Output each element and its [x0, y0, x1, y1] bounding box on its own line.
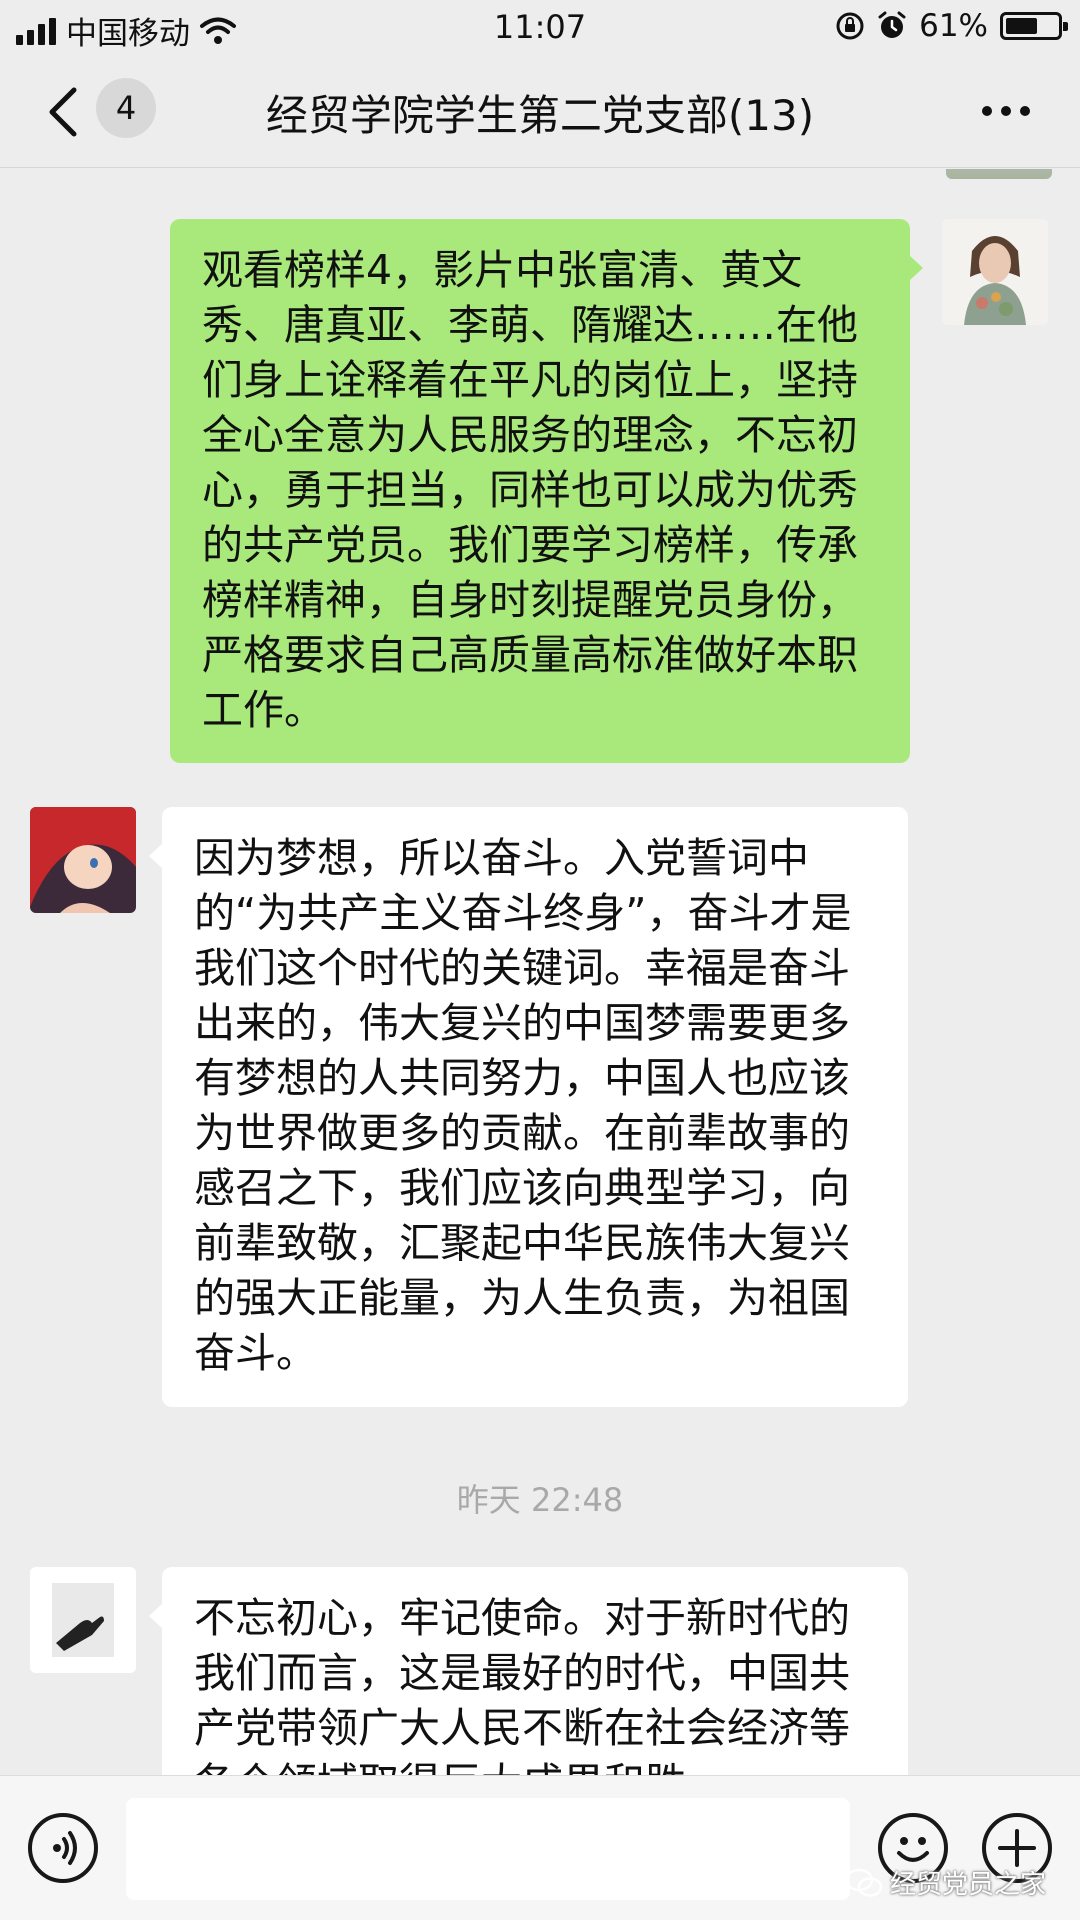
message-text: 不忘初心，牢记使命。对于新时代的我们而言，这是最好的时代，中国共产党带领广大人民…	[194, 1594, 850, 1775]
portrait-avatar-image	[942, 219, 1048, 325]
message-bubble-received[interactable]: 不忘初心，牢记使命。对于新时代的我们而言，这是最好的时代，中国共产党带领广大人民…	[149, 1567, 908, 1775]
hand-sketch-avatar-image	[30, 1567, 136, 1673]
battery-percent: 61%	[919, 8, 988, 44]
watermark-text: 经贸党员之家	[889, 1870, 1046, 1900]
battery-icon	[1000, 12, 1068, 40]
alarm-icon	[878, 11, 906, 38]
message-list[interactable]: 观看榜样4，影片中张富清、黄文秀、唐真亚、李萌、隋耀达……在他们身上诠释着在平凡…	[0, 169, 1080, 1775]
my-avatar[interactable]	[942, 219, 1048, 325]
input-bar: 经贸党员之家	[0, 1775, 1080, 1920]
rotation-lock-icon	[836, 12, 864, 40]
mermaid-avatar-image	[30, 807, 136, 913]
message-bubble-received[interactable]: 因为梦想，所以奋斗。入党誓词中的“为共产主义奋斗终身”，奋斗才是我们这个时代的关…	[149, 807, 908, 1407]
chat-screen: 中国移动 11:07 61% 4 经贸学院学生第二党支部(13) 观看榜样4，影…	[0, 0, 1080, 1920]
previous-message-avatar[interactable]	[946, 169, 1052, 179]
battery-fill	[1006, 18, 1037, 34]
unread-count-badge[interactable]: 4	[96, 78, 156, 138]
sender-avatar[interactable]	[30, 807, 136, 913]
sender-avatar[interactable]	[30, 1567, 136, 1673]
more-dots-icon[interactable]	[982, 106, 1030, 116]
message-timestamp: 昨天 22:48	[456, 1481, 624, 1519]
chat-title: 经贸学院学生第二党支部(13)	[265, 91, 815, 140]
watermark: 经贸党员之家	[844, 1864, 1046, 1901]
message-input[interactable]	[126, 1798, 850, 1900]
message-text: 因为梦想，所以奋斗。入党誓词中的“为共产主义奋斗终身”，奋斗才是我们这个时代的关…	[194, 834, 852, 1377]
message-bubble-sent[interactable]: 观看榜样4，影片中张富清、黄文秀、唐真亚、李萌、隋耀达……在他们身上诠释着在平凡…	[170, 219, 923, 763]
voice-icon[interactable]	[28, 1813, 98, 1883]
message-text: 观看榜样4，影片中张富清、黄文秀、唐真亚、李萌、隋耀达……在他们身上诠释着在平凡…	[202, 246, 858, 734]
status-bar: 中国移动 11:07 61%	[0, 0, 1080, 56]
nav-bar: 4 经贸学院学生第二党支部(13)	[0, 56, 1080, 168]
status-right: 61%	[835, 8, 1068, 44]
chevron-left-icon[interactable]	[44, 84, 84, 140]
wechat-logo-icon	[844, 1868, 883, 1897]
